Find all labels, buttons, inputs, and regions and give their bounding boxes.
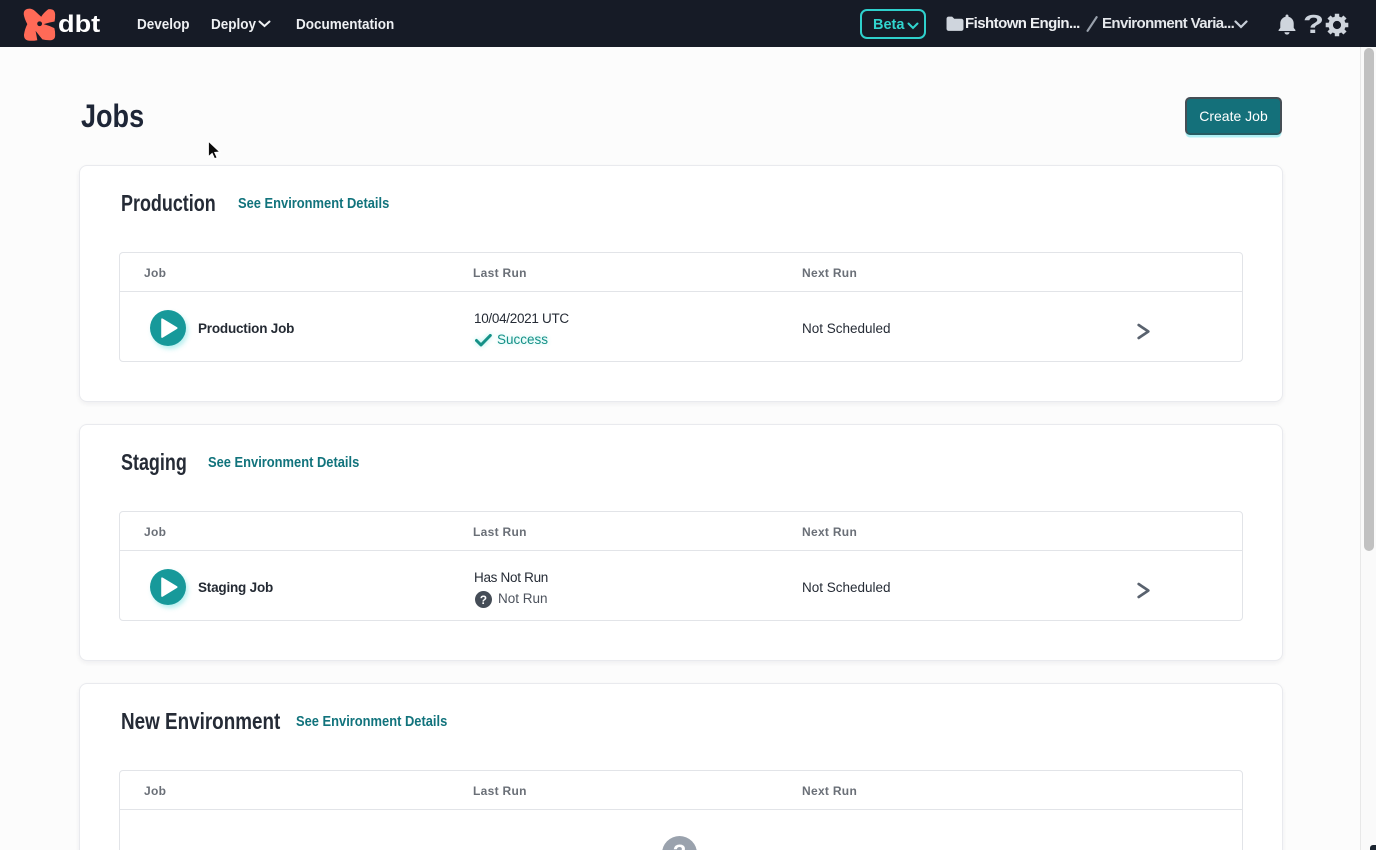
svg-text:?: ?: [480, 593, 487, 606]
